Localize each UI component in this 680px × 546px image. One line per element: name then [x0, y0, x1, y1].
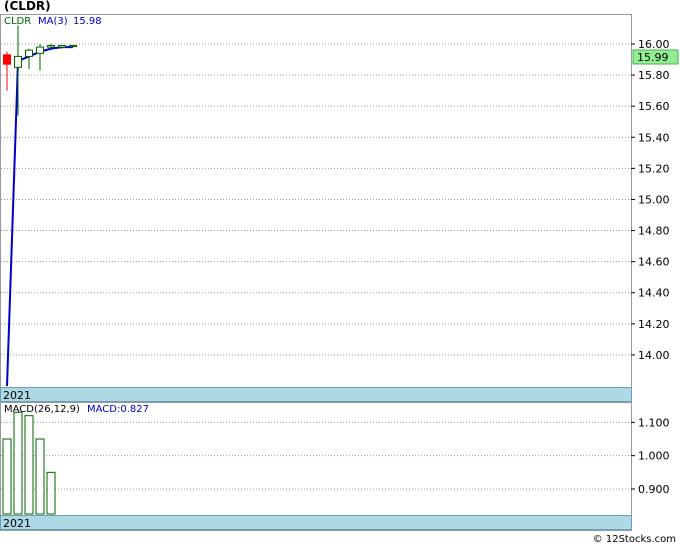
price-tick-label: 15.20: [638, 162, 670, 175]
watermark: © 12Stocks.com: [593, 534, 676, 545]
macd-tick-label: 1.100: [638, 416, 670, 429]
price-tick-label: 14.00: [638, 349, 670, 362]
price-tick-label: 15.60: [638, 100, 670, 113]
chart-title: (CLDR): [4, 0, 51, 13]
candle-body: [14, 55, 22, 68]
candle-body: [36, 46, 44, 54]
price-axis: 14.00 14.20 14.40 14.60 14.80 15.00 15.20 15.40…: [631, 38, 670, 362]
candle-body: [58, 45, 66, 48]
macd-legend-value: MACD:0.827: [87, 404, 149, 415]
ma-legend-value: 15.98: [73, 16, 102, 27]
stock-chart: 14.00 14.20 14.40 14.60 14.80 15.00 15.20 15.40…: [0, 0, 679, 545]
candle-body: [69, 45, 77, 48]
macd-panel-frame: [0, 402, 632, 531]
candle-body: [3, 54, 11, 65]
price-tick-label: 14.20: [638, 318, 670, 331]
macd-bar: [46, 471, 56, 515]
price-tick-label: 15.40: [638, 131, 670, 144]
price-tick-label: 15.80: [638, 69, 670, 82]
macd-bar: [24, 415, 34, 515]
price-tick-label: 14.40: [638, 287, 670, 300]
macd-year-band: [0, 515, 632, 530]
price-year-label: 2021: [3, 389, 31, 402]
macd-tick-label: 0.900: [638, 483, 670, 496]
macd-axis: 0.900 1.000 1.100: [631, 416, 670, 496]
macd-bar: [13, 411, 23, 515]
macd-bar: [35, 438, 45, 515]
price-panel-frame: [0, 14, 632, 403]
price-tick-label: 14.80: [638, 225, 670, 238]
macd-tick-label: 1.000: [638, 450, 670, 463]
macd-legend-label: MACD(26,12,9): [4, 404, 80, 415]
macd-bar: [2, 438, 12, 515]
price-tick-label: 14.60: [638, 256, 670, 269]
price-tick-label: 15.00: [638, 193, 670, 206]
macd-year-label: 2021: [3, 517, 31, 530]
price-year-band: [0, 387, 632, 402]
ma-legend-label: MA(3): [38, 16, 68, 27]
ticker-legend: CLDR: [4, 16, 31, 27]
candle-body: [47, 45, 55, 48]
candle-body: [25, 49, 33, 57]
price-tick-label: 16.00: [638, 38, 670, 51]
current-price-value: 15.99: [637, 51, 669, 64]
